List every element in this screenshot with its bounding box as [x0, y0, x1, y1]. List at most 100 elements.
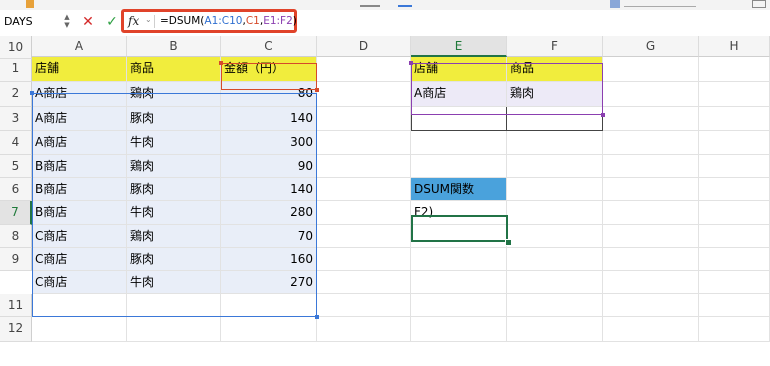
cell-g1[interactable]	[603, 57, 699, 82]
cell-d8[interactable]	[317, 225, 411, 248]
range-resize-handle[interactable]	[315, 315, 319, 319]
cell-a4[interactable]: A商店	[32, 131, 127, 155]
cell-c7[interactable]: 280	[221, 201, 317, 225]
range-resize-handle[interactable]	[601, 113, 605, 117]
cell-h1[interactable]	[699, 57, 770, 82]
cell-c1[interactable]: 金額（円）	[221, 57, 317, 82]
cell-c6[interactable]: 140	[221, 178, 317, 201]
cell-b3[interactable]: 豚肉	[127, 107, 221, 131]
cell-c9[interactable]: 160	[221, 248, 317, 271]
cell-d12[interactable]	[317, 317, 411, 342]
name-box-spinner-icon[interactable]: ▲ ▼	[63, 13, 71, 31]
cell-e3[interactable]	[411, 107, 507, 131]
column-header-c[interactable]: C	[221, 36, 317, 57]
cell-f11[interactable]	[507, 294, 603, 317]
cell-e2[interactable]: A商店	[411, 82, 507, 107]
row-header-6[interactable]: 6	[0, 178, 32, 201]
cell-d2[interactable]	[317, 82, 411, 107]
column-header-g[interactable]: G	[603, 36, 699, 57]
cell-f8[interactable]	[507, 225, 603, 248]
cell-c12[interactable]	[221, 317, 317, 342]
row-header-10[interactable]: 10	[0, 36, 32, 59]
column-header-f[interactable]: F	[507, 36, 603, 57]
cell-g12[interactable]	[603, 317, 699, 342]
formula-highlight-box[interactable]: fx ⌄ =DSUM(A1:C10,C1,E1:F2)	[121, 9, 297, 33]
cell-b12[interactable]	[127, 317, 221, 342]
ribbon-align-icon[interactable]	[360, 0, 380, 7]
cell-e10[interactable]	[411, 271, 507, 294]
cell-e5[interactable]	[411, 155, 507, 178]
cell-d4[interactable]	[317, 131, 411, 155]
cell-f3[interactable]	[507, 107, 603, 131]
ribbon-table-icon[interactable]	[752, 0, 766, 8]
cell-b7[interactable]: 牛肉	[127, 201, 221, 225]
cell-h4[interactable]	[699, 131, 770, 155]
cell-b2[interactable]: 鶏肉	[127, 82, 221, 107]
range-resize-handle[interactable]	[30, 91, 34, 95]
cell-f1[interactable]: 商品	[507, 57, 603, 82]
row-header-3[interactable]: 3	[0, 107, 32, 131]
cell-g7[interactable]	[603, 201, 699, 225]
cell-h12[interactable]	[699, 317, 770, 342]
range-resize-handle[interactable]	[409, 61, 413, 65]
cell-d3[interactable]	[317, 107, 411, 131]
cell-h3[interactable]	[699, 107, 770, 131]
fill-handle[interactable]	[505, 239, 512, 246]
cell-a9[interactable]: C商店	[32, 248, 127, 271]
cell-c5[interactable]: 90	[221, 155, 317, 178]
column-header-d[interactable]: D	[317, 36, 411, 57]
row-header-7[interactable]: 7	[0, 201, 32, 225]
cell-a2[interactable]: A商店	[32, 82, 127, 107]
cell-b10[interactable]: 牛肉	[127, 271, 221, 294]
cell-f4[interactable]	[507, 131, 603, 155]
row-header-9[interactable]: 9	[0, 248, 32, 271]
cell-a3[interactable]: A商店	[32, 107, 127, 131]
cell-f9[interactable]	[507, 248, 603, 271]
cell-e6[interactable]: DSUM関数	[411, 178, 507, 201]
cell-e8[interactable]	[411, 225, 507, 248]
cell-b1[interactable]: 商品	[127, 57, 221, 82]
cell-e11[interactable]	[411, 294, 507, 317]
row-header-5[interactable]: 5	[0, 155, 32, 178]
cell-d11[interactable]	[317, 294, 411, 317]
cell-d9[interactable]	[317, 248, 411, 271]
cell-a12[interactable]	[32, 317, 127, 342]
cell-g4[interactable]	[603, 131, 699, 155]
cell-h11[interactable]	[699, 294, 770, 317]
cell-e7[interactable]: F2)	[411, 201, 507, 225]
cell-d7[interactable]	[317, 201, 411, 225]
cell-a7[interactable]: B商店	[32, 201, 127, 225]
cell-h9[interactable]	[699, 248, 770, 271]
ribbon-style-icon[interactable]	[610, 0, 620, 8]
cell-a8[interactable]: C商店	[32, 225, 127, 248]
ribbon-sort-icon[interactable]	[398, 0, 412, 7]
cell-b4[interactable]: 牛肉	[127, 131, 221, 155]
cell-a5[interactable]: B商店	[32, 155, 127, 178]
range-resize-handle[interactable]	[219, 61, 223, 65]
cell-f2[interactable]: 鶏肉	[507, 82, 603, 107]
cell-d10[interactable]	[317, 271, 411, 294]
cell-c4[interactable]: 300	[221, 131, 317, 155]
row-header-8[interactable]: 8	[0, 225, 32, 248]
cell-b8[interactable]: 鶏肉	[127, 225, 221, 248]
formula-input[interactable]: =DSUM(A1:C10,C1,E1:F2)	[160, 15, 297, 28]
cell-b9[interactable]: 豚肉	[127, 248, 221, 271]
cell-g11[interactable]	[603, 294, 699, 317]
cell-c2[interactable]: 80	[221, 82, 317, 107]
cell-f5[interactable]	[507, 155, 603, 178]
cell-f6[interactable]	[507, 178, 603, 201]
confirm-icon[interactable]: ✓	[104, 12, 120, 32]
ribbon-fill-icon[interactable]	[26, 0, 34, 8]
fx-icon[interactable]: fx	[128, 14, 139, 28]
cell-h2[interactable]	[699, 82, 770, 107]
cell-g3[interactable]	[603, 107, 699, 131]
cell-f10[interactable]	[507, 271, 603, 294]
cell-e12[interactable]	[411, 317, 507, 342]
cell-g10[interactable]	[603, 271, 699, 294]
column-header-b[interactable]: B	[127, 36, 221, 57]
cell-b11[interactable]	[127, 294, 221, 317]
cell-h7[interactable]	[699, 201, 770, 225]
cancel-icon[interactable]: ✕	[80, 12, 96, 32]
cell-h6[interactable]	[699, 178, 770, 201]
cell-c8[interactable]: 70	[221, 225, 317, 248]
